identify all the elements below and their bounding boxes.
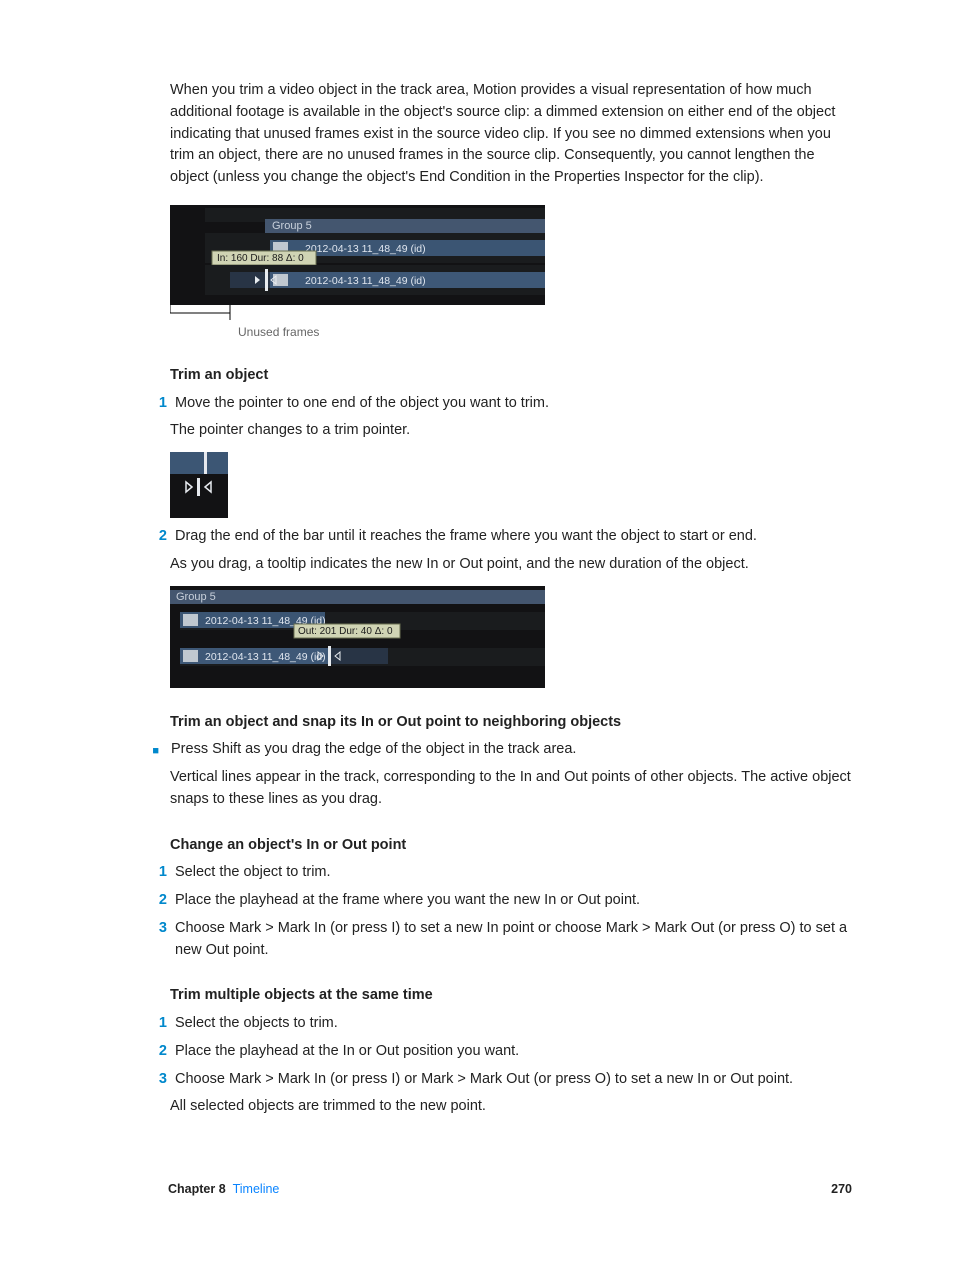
step-number: 2 <box>147 526 167 548</box>
step-text: Drag the end of the bar until it reaches… <box>175 526 852 548</box>
step-followup: As you drag, a tooltip indicates the new… <box>170 554 852 576</box>
step-number: 3 <box>147 918 167 940</box>
step-text: Select the object to trim. <box>175 862 852 884</box>
tooltip-in: In: 160 Dur: 88 Δ: 0 <box>217 253 304 264</box>
step-text: Select the objects to trim. <box>175 1013 852 1035</box>
clip-label-b: 2012-04-13 11_48_49 (id) <box>205 651 326 663</box>
step-number: 1 <box>147 1013 167 1035</box>
clip-label-a: 2012-04-13 11_48_49 (id) <box>305 243 426 255</box>
step-number: 1 <box>147 393 167 415</box>
chapter-label: Chapter 8 <box>168 1182 226 1196</box>
step-text: Place the playhead at the frame where yo… <box>175 890 852 912</box>
chapter-link[interactable]: Timeline <box>233 1182 280 1196</box>
figure-caption: Unused frames <box>238 323 852 341</box>
footer-chapter: Chapter 8 Timeline <box>168 1180 279 1199</box>
figure-drag-tooltip: Group 5 2012-04-13 11_48_49 (id) Out: 20… <box>170 586 852 688</box>
step-text: Move the pointer to one end of the objec… <box>175 393 852 415</box>
step-number: 1 <box>147 862 167 884</box>
subhead-change-inout: Change an object's In or Out point <box>170 835 852 857</box>
step-number: 2 <box>147 890 167 912</box>
figure-unused-frames: Group 5 2012-04-13 11_48_49 (id) In: 160… <box>170 205 852 341</box>
group-label: Group 5 <box>272 220 312 232</box>
bullet-text: Press Shift as you drag the edge of the … <box>171 739 852 761</box>
figure-trim-pointer <box>170 452 852 518</box>
intro-paragraph: When you trim a video object in the trac… <box>170 80 852 189</box>
bullet-icon: ■ <box>147 743 159 760</box>
step-text: Place the playhead at the In or Out posi… <box>175 1041 852 1063</box>
step-followup: All selected objects are trimmed to the … <box>170 1096 852 1118</box>
bullet-followup: Vertical lines appear in the track, corr… <box>170 767 852 811</box>
step-text: Choose Mark > Mark In (or press I) or Ma… <box>175 1069 852 1091</box>
subhead-trim-multiple: Trim multiple objects at the same time <box>170 985 852 1007</box>
tooltip-out: Out: 201 Dur: 40 Δ: 0 <box>298 626 393 637</box>
subhead-snap: Trim an object and snap its In or Out po… <box>170 712 852 734</box>
page-number: 270 <box>831 1180 852 1199</box>
subhead-trim-object: Trim an object <box>170 365 852 387</box>
clip-label-b: 2012-04-13 11_48_49 (id) <box>305 275 426 287</box>
group-label: Group 5 <box>176 591 216 603</box>
step-text: Choose Mark > Mark In (or press I) to se… <box>175 918 852 962</box>
step-number: 3 <box>147 1069 167 1091</box>
step-followup: The pointer changes to a trim pointer. <box>170 420 852 442</box>
step-number: 2 <box>147 1041 167 1063</box>
